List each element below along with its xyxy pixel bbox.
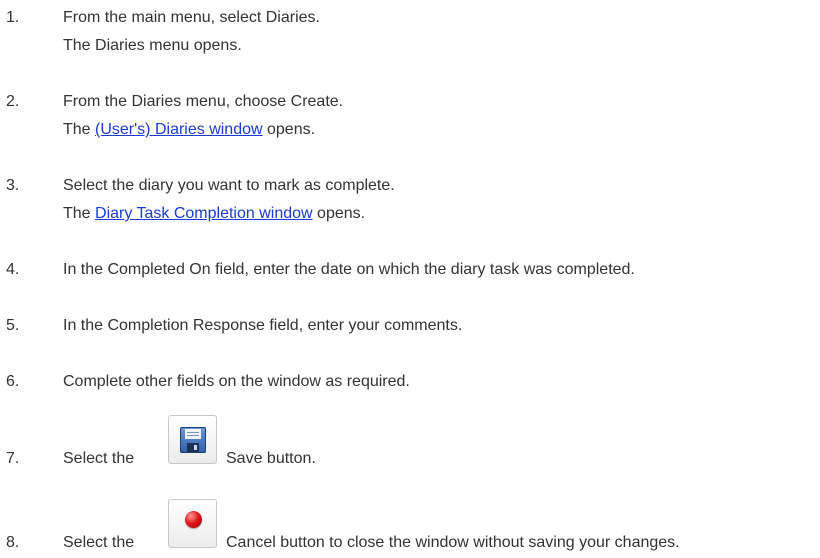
step-result: The Diaries menu opens. [63, 37, 242, 54]
users-diaries-window-link[interactable]: (User's) Diaries window [95, 121, 263, 138]
step-instruction: From the main menu, select Diaries. [63, 9, 320, 26]
step-number: 8. [6, 534, 20, 551]
step-number: 6. [6, 373, 20, 390]
step-instruction: From the Diaries menu, choose Create. [63, 93, 344, 110]
step-result-suffix: opens. [262, 121, 316, 138]
step-prefix: Select the [63, 534, 135, 551]
step-result: The (User's) Diaries window opens. [63, 120, 343, 139]
step-prefix: Select the [63, 450, 135, 467]
step-instruction: In the Completed On field, enter the dat… [63, 261, 635, 278]
step-instruction: Complete other fields on the window as r… [63, 373, 410, 390]
diary-task-completion-window-link[interactable]: Diary Task Completion window [95, 205, 313, 222]
step-instruction: In the Completion Response field, enter … [63, 317, 463, 334]
step-number: 7. [6, 450, 20, 467]
step-result-suffix: opens. [312, 205, 366, 222]
step-number: 3. [6, 177, 20, 194]
step-result-prefix: The [63, 205, 96, 222]
cancel-button-icon [168, 499, 217, 548]
step-instruction: Select the diary you want to mark as com… [63, 177, 395, 194]
step-suffix: Save button. [226, 450, 316, 467]
step-result: The Diary Task Completion window opens. [63, 204, 395, 223]
step-number: 4. [6, 261, 20, 278]
step-result-prefix: The [63, 121, 96, 138]
save-button-icon [168, 415, 217, 464]
step-number: 5. [6, 317, 20, 334]
red-dot-icon [185, 511, 202, 528]
step-number: 2. [6, 93, 20, 110]
step-suffix: Cancel button to close the window withou… [226, 534, 680, 551]
step-number: 1. [6, 9, 20, 26]
floppy-disk-icon [180, 427, 206, 453]
